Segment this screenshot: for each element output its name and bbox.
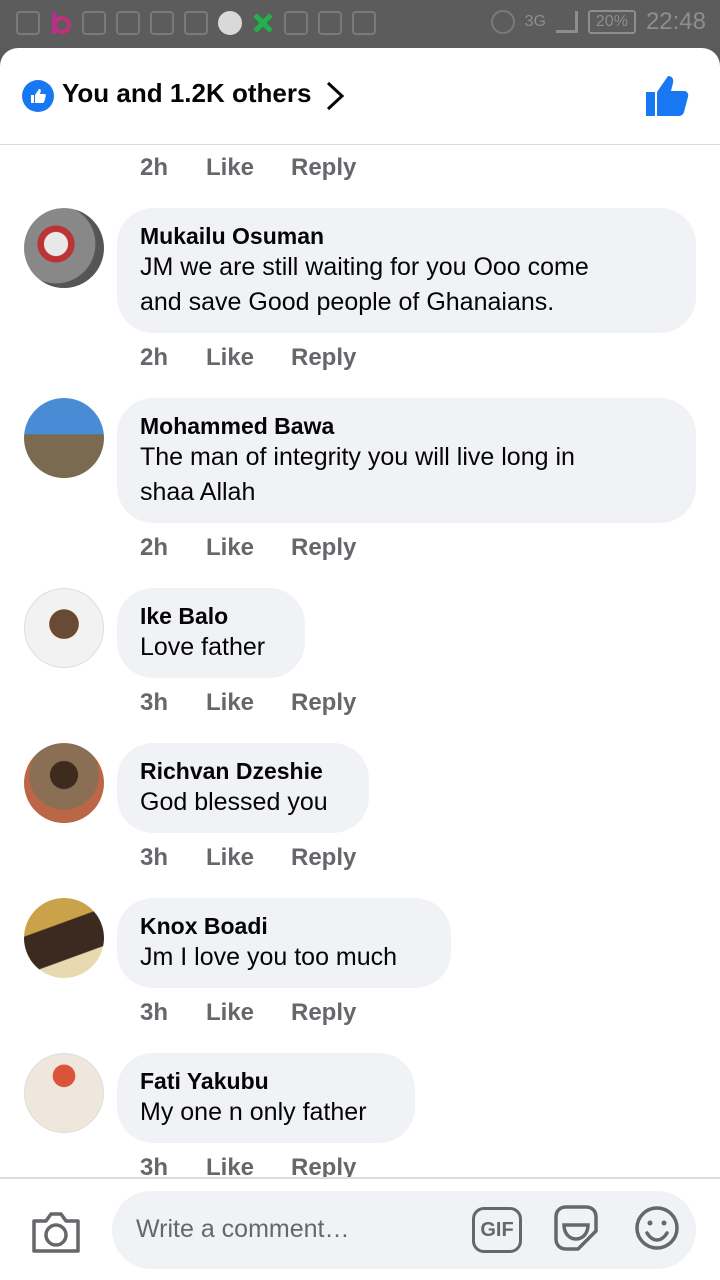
comment-bubble[interactable]: Mukailu Osuman JM we are still waiting f… — [117, 208, 696, 333]
comment-meta: 2h Like Reply — [140, 534, 356, 562]
like-link[interactable]: Like — [206, 999, 291, 1027]
chevron-right-icon[interactable] — [324, 80, 346, 112]
like-link[interactable]: Like — [206, 534, 291, 562]
comment-time: 2h — [140, 154, 169, 181]
avatar[interactable] — [24, 208, 104, 288]
comment-text-line: My one n only father — [140, 1098, 367, 1126]
touch-icon — [284, 11, 308, 35]
alarm-icon — [490, 10, 515, 34]
avatar[interactable] — [24, 743, 104, 823]
comment-text-line: shaa Allah — [140, 478, 256, 506]
comment-text-line: and save Good people of Ghanaians. — [140, 288, 555, 316]
message-icon — [352, 11, 376, 35]
like-link[interactable]: Like — [206, 154, 291, 182]
reactions-summary[interactable]: You and 1.2K others — [62, 78, 311, 109]
comment-time: 3h — [140, 689, 169, 716]
comment-text-line: JM we are still waiting for you Ooo come — [140, 253, 589, 281]
emoji-icon[interactable] — [634, 1205, 680, 1251]
comment-time: 2h — [140, 534, 169, 561]
comment-text-line: Love father — [140, 633, 266, 661]
comment-time: 3h — [140, 999, 169, 1026]
comment-text-line: Jm I love you too much — [140, 943, 398, 971]
facebook-icon — [150, 11, 174, 35]
reply-link[interactable]: Reply — [291, 999, 356, 1027]
reply-link[interactable]: Reply — [291, 534, 356, 562]
comment-time: 3h — [140, 844, 169, 871]
reply-link[interactable]: Reply — [291, 154, 356, 182]
comment-input[interactable]: Write a comment… GIF — [112, 1191, 696, 1269]
like-button-icon[interactable] — [644, 74, 690, 118]
comment-meta: 3h Like Reply — [140, 999, 356, 1027]
comment-author[interactable]: Mukailu Osuman — [140, 222, 672, 250]
comment-bubble[interactable]: Knox Boadi Jm I love you too much — [117, 898, 451, 988]
download-icon — [82, 11, 106, 35]
reply-link[interactable]: Reply — [291, 344, 356, 372]
comment-bubble[interactable]: Fati Yakubu My one n only father — [117, 1053, 415, 1143]
comment-author[interactable]: Ike Balo — [140, 602, 281, 630]
like-link[interactable]: Like — [206, 344, 291, 372]
avatar[interactable] — [24, 588, 104, 668]
signal-icon — [555, 11, 578, 33]
like-link[interactable]: Like — [206, 689, 291, 717]
system-status: 3G 20% 22:48 — [490, 8, 706, 36]
comments-sheet: You and 1.2K others 2h Like Reply Mukail… — [0, 48, 720, 1280]
battery-indicator: 20% — [587, 10, 636, 34]
notification-icons — [16, 10, 376, 36]
comment-bubble[interactable]: Ike Balo Love father — [117, 588, 305, 678]
comment-author[interactable]: Knox Boadi — [140, 912, 427, 940]
avatar[interactable] — [24, 1053, 104, 1133]
sticker-icon[interactable] — [552, 1203, 600, 1253]
comment-input-placeholder: Write a comment… — [136, 1215, 350, 1243]
x-app-icon — [253, 13, 273, 33]
b-app-icon — [52, 12, 71, 34]
gif-button[interactable]: GIF — [472, 1207, 522, 1253]
comment-time: 2h — [140, 344, 169, 371]
youtube-icon — [318, 11, 342, 35]
comment-meta: 3h Like Reply — [140, 844, 356, 872]
comment-bubble[interactable]: Mohammed Bawa The man of integrity you w… — [117, 398, 696, 523]
network-type: 3G — [524, 13, 546, 30]
like-reaction-icon — [22, 80, 54, 112]
mail-icon — [16, 11, 40, 35]
lock-icon — [184, 11, 208, 35]
cloud-app-icon — [218, 11, 242, 35]
like-link[interactable]: Like — [206, 844, 291, 872]
comment-author[interactable]: Mohammed Bawa — [140, 412, 672, 440]
reactions-header[interactable]: You and 1.2K others — [0, 48, 720, 145]
comment-composer: Write a comment… GIF — [0, 1177, 720, 1280]
comment-meta: 2h Like Reply — [140, 154, 356, 182]
comment-text-line: God blessed you — [140, 788, 328, 816]
reply-link[interactable]: Reply — [291, 844, 356, 872]
comment-author[interactable]: Richvan Dzeshie — [140, 757, 345, 785]
reply-link[interactable]: Reply — [291, 689, 356, 717]
comment-text-line: The man of integrity you will live long … — [140, 443, 575, 471]
avatar[interactable] — [24, 898, 104, 978]
status-bar: 3G 20% 22:48 — [0, 0, 720, 48]
comment-meta: 2h Like Reply — [140, 344, 356, 372]
camera-icon[interactable] — [30, 1209, 82, 1255]
comment-meta: 3h Like Reply — [140, 689, 356, 717]
image-icon — [116, 11, 140, 35]
comment-author[interactable]: Fati Yakubu — [140, 1067, 391, 1095]
comment-bubble[interactable]: Richvan Dzeshie God blessed you — [117, 743, 369, 833]
avatar[interactable] — [24, 398, 104, 478]
clock: 22:48 — [645, 8, 706, 35]
